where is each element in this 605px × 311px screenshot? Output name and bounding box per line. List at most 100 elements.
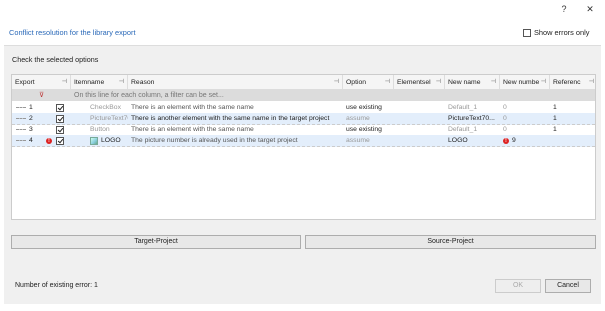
- export-checkbox[interactable]: [56, 125, 64, 134]
- error-icon: !: [46, 137, 52, 144]
- cell-reference[interactable]: 1: [550, 113, 597, 124]
- cell-elementsel[interactable]: [394, 124, 445, 135]
- pin-icon[interactable]: ⊣: [436, 78, 441, 85]
- show-errors-toggle[interactable]: Show errors only: [523, 28, 589, 37]
- cell-reference[interactable]: [550, 135, 597, 146]
- cell-reference[interactable]: 1: [550, 124, 597, 135]
- dialog-header-title: Conflict resolution for the library expo…: [9, 28, 136, 37]
- reason-value: There is another element with the same n…: [131, 115, 330, 122]
- filter-row[interactable]: ⊽ On this line for each column, a filter…: [12, 89, 595, 101]
- cell-reason[interactable]: There is an element with the same name: [128, 124, 343, 135]
- cell-new-number[interactable]: 0: [500, 102, 550, 113]
- col-header-elementsel[interactable]: Elementsel ⊣: [394, 75, 445, 89]
- export-checkbox[interactable]: [56, 136, 64, 145]
- new-number-value: 0: [503, 126, 507, 133]
- filter-hint[interactable]: On this line for each column, a filter c…: [71, 89, 597, 101]
- cell-itemname[interactable]: PictureText70: [87, 113, 128, 124]
- cell-new-number[interactable]: ! 9: [500, 135, 550, 146]
- cell-new-name[interactable]: PictureText70...: [445, 113, 500, 124]
- row-connector: [16, 140, 26, 141]
- col-header-label: New name: [448, 78, 481, 86]
- close-button[interactable]: ✕: [582, 2, 598, 16]
- title-bar: ? ✕: [0, 0, 605, 18]
- cell-elementsel[interactable]: [394, 102, 445, 113]
- cell-option[interactable]: assume: [343, 113, 394, 124]
- export-checkbox[interactable]: [56, 114, 64, 123]
- col-header-reason[interactable]: Reason ⊣: [128, 75, 343, 89]
- pin-icon[interactable]: ⊣: [62, 78, 67, 85]
- cell-reason[interactable]: There is an element with the same name: [128, 102, 343, 113]
- col-header-label: Referenc: [553, 78, 581, 86]
- pin-icon[interactable]: ⊣: [589, 78, 594, 85]
- pin-icon[interactable]: ⊣: [334, 78, 339, 85]
- col-header-new-number[interactable]: New numbe ⊣: [500, 75, 550, 89]
- cell-new-name[interactable]: LOGO: [445, 135, 500, 146]
- col-header-reference[interactable]: Referenc ⊣: [550, 75, 597, 89]
- new-number-value: 9: [512, 137, 516, 144]
- cell-elementsel[interactable]: [394, 113, 445, 124]
- option-value: assume: [346, 115, 370, 122]
- conflict-grid: Export ⊣ Itemname ⊣ Reason ⊣ Option ⊣ Elemen…: [11, 74, 596, 220]
- cell-option[interactable]: use existing: [343, 102, 394, 113]
- reason-value: There is an element with the same name: [131, 126, 254, 133]
- option-value: use existing: [346, 126, 382, 133]
- col-header-label: New numbe: [503, 78, 540, 86]
- itemname-value: Button: [90, 126, 110, 133]
- table-row[interactable]: 4! LOGO The picture number is already used…: [12, 135, 595, 147]
- cell-new-name[interactable]: Default_1: [445, 102, 500, 113]
- cell-new-number[interactable]: 0: [500, 113, 550, 124]
- row-connector: [16, 129, 26, 130]
- cell-reason[interactable]: The picture number is already used in th…: [128, 135, 343, 146]
- filter-clear-cell[interactable]: ⊽: [12, 89, 71, 101]
- cell-new-number[interactable]: 0: [500, 124, 550, 135]
- cell-itemname[interactable]: CheckBox: [87, 102, 128, 113]
- col-header-option[interactable]: Option ⊣: [343, 75, 394, 89]
- new-name-value: Default_1: [448, 104, 478, 111]
- cell-reason[interactable]: There is another element with the same n…: [128, 113, 343, 124]
- itemname-value: LOGO: [101, 137, 121, 144]
- cell-itemname[interactable]: Button: [87, 124, 128, 135]
- pin-icon[interactable]: ⊣: [541, 78, 546, 85]
- export-cell: [53, 124, 71, 135]
- error-icon: !: [503, 137, 509, 144]
- export-cell: [53, 113, 71, 124]
- new-name-value: Default_1: [448, 126, 478, 133]
- cell-itemname[interactable]: LOGO: [87, 135, 128, 146]
- cell-new-name[interactable]: Default_1: [445, 124, 500, 135]
- new-number-value: 0: [503, 104, 507, 111]
- option-value: assume: [346, 137, 370, 144]
- cell-elementsel[interactable]: [394, 135, 445, 146]
- export-checkbox[interactable]: [56, 103, 64, 112]
- row-number: 3: [29, 126, 33, 133]
- export-cell: [53, 135, 71, 146]
- col-header-export[interactable]: Export ⊣: [12, 75, 71, 89]
- pin-icon[interactable]: ⊣: [491, 78, 496, 85]
- row-number: 2: [29, 115, 33, 122]
- row-error-indicator: !: [43, 135, 53, 146]
- reference-value: 1: [553, 104, 557, 111]
- pin-icon[interactable]: ⊣: [385, 78, 390, 85]
- reason-value: There is an element with the same name: [131, 104, 254, 111]
- source-project-button[interactable]: Source-Project: [305, 235, 596, 249]
- itemname-value: PictureText70: [90, 115, 128, 122]
- col-header-label: Itemname: [74, 78, 105, 86]
- show-errors-checkbox[interactable]: [523, 28, 531, 37]
- col-header-new-name[interactable]: New name ⊣: [445, 75, 500, 89]
- grid-header: Export ⊣ Itemname ⊣ Reason ⊣ Option ⊣ Elemen…: [12, 75, 595, 90]
- help-button[interactable]: ?: [556, 2, 572, 16]
- row-number: 1: [29, 104, 33, 111]
- cell-option[interactable]: assume: [343, 135, 394, 146]
- filter-clear-icon[interactable]: ⊽: [39, 91, 44, 99]
- itemname-value: CheckBox: [90, 104, 121, 111]
- cell-reference[interactable]: 1: [550, 102, 597, 113]
- cancel-button[interactable]: Cancel: [545, 279, 591, 293]
- col-header-label: Option: [346, 78, 367, 86]
- new-name-value: LOGO: [448, 137, 468, 144]
- ok-button[interactable]: OK: [495, 279, 541, 293]
- col-header-label: Reason: [131, 78, 155, 86]
- row-connector: [16, 107, 26, 108]
- col-header-itemname[interactable]: Itemname ⊣: [71, 75, 128, 89]
- cell-option[interactable]: use existing: [343, 124, 394, 135]
- pin-icon[interactable]: ⊣: [119, 78, 124, 85]
- target-project-button[interactable]: Target-Project: [11, 235, 301, 249]
